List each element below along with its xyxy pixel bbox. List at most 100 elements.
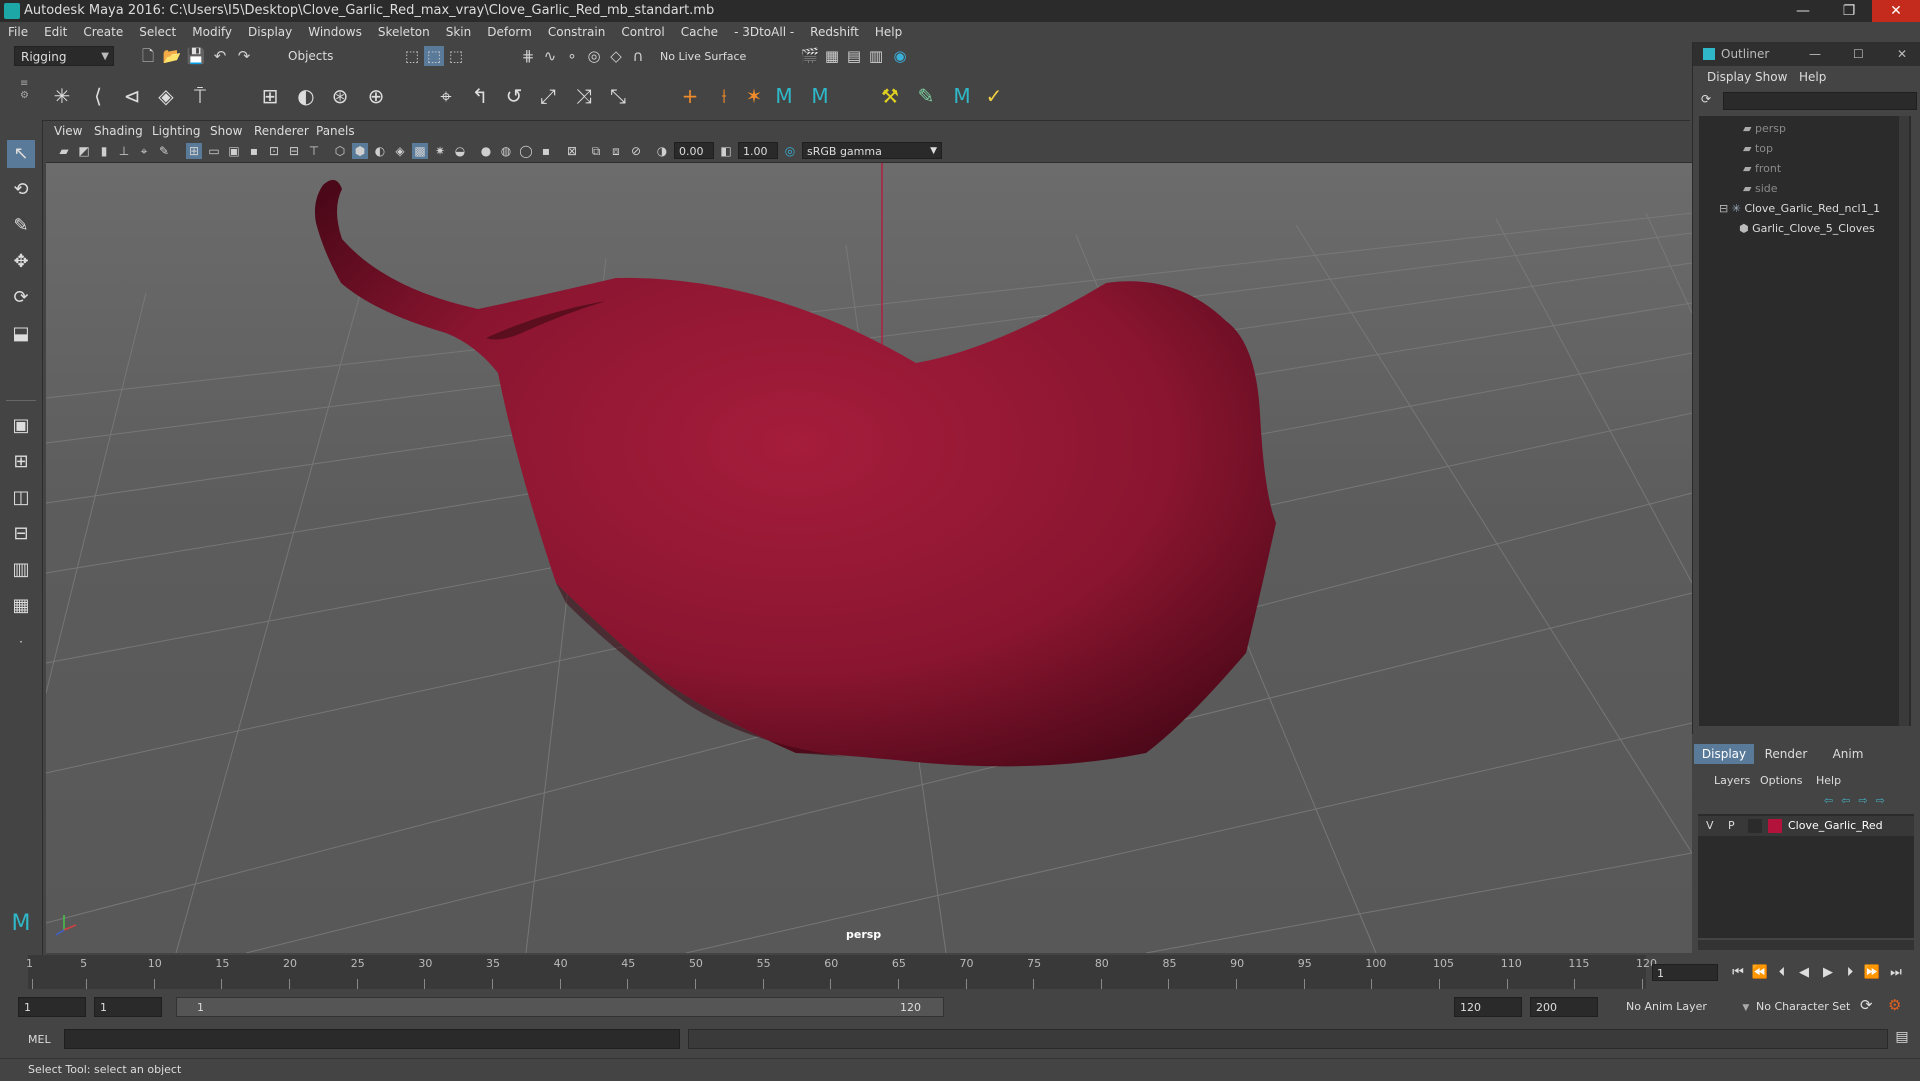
layer-move-icons[interactable]: ⇦⇦⇨⇨ bbox=[1824, 794, 1893, 807]
restore-button[interactable]: ❐ bbox=[1826, 0, 1872, 22]
menu-edit[interactable]: Edit bbox=[36, 22, 75, 42]
parent-constraint-icon[interactable]: ⤨ bbox=[570, 82, 598, 110]
ik-handle-icon[interactable]: ⟨ bbox=[84, 82, 112, 110]
list-item[interactable]: ▰ persp bbox=[1743, 120, 1786, 138]
film-gate-icon[interactable]: ▭ bbox=[206, 143, 222, 159]
scale-constraint-icon[interactable]: ⤢ bbox=[534, 82, 562, 110]
joint-tool-icon[interactable]: ✳ bbox=[48, 82, 76, 110]
menu-skeleton[interactable]: Skeleton bbox=[370, 22, 438, 42]
outliner-menu-help[interactable]: Help bbox=[1799, 68, 1826, 86]
outliner-maximize-button[interactable]: ☐ bbox=[1853, 42, 1864, 66]
gate-mask-icon[interactable]: ▪ bbox=[246, 143, 262, 159]
exposure-field[interactable]: 0.00 bbox=[674, 142, 714, 159]
2d-pan-zoom-icon[interactable]: ⌖ bbox=[136, 143, 152, 159]
playback-start-field[interactable]: 1 bbox=[94, 997, 162, 1017]
move-tool-icon[interactable]: ✥ bbox=[7, 248, 35, 276]
live-surface-label[interactable]: No Live Surface bbox=[660, 50, 746, 63]
more-layouts-icon[interactable]: · bbox=[7, 628, 35, 656]
sculpt-deformer-icon[interactable]: ⊕ bbox=[362, 82, 390, 110]
gamma-field[interactable]: 1.00 bbox=[738, 142, 778, 159]
outliner-menu-display[interactable]: Display bbox=[1707, 68, 1751, 86]
playback-end-field[interactable]: 120 bbox=[1454, 997, 1522, 1017]
new-scene-icon[interactable]: 🗋 bbox=[138, 46, 158, 66]
default-material-icon[interactable]: ◐ bbox=[372, 143, 388, 159]
snap-surface-icon[interactable]: ◇ bbox=[606, 46, 626, 66]
step-forward-frame-icon[interactable]: ⏵ bbox=[1840, 963, 1860, 983]
menu-control[interactable]: Control bbox=[613, 22, 672, 42]
menu-3dtoall[interactable]: - 3DtoAll - bbox=[726, 22, 802, 42]
time-ruler[interactable]: 1 5 10 15 20 25 30 35 40 45 50 55 60 65 70 75 80 85 90 95 10… bbox=[26, 955, 1657, 989]
color-space-dropdown[interactable]: sRGB gamma ▼ bbox=[802, 142, 942, 159]
anim-layer-dropdown[interactable]: No Anim Layer ▼ bbox=[1626, 1000, 1749, 1013]
rotate-tool-icon[interactable]: ⟳ bbox=[7, 284, 35, 312]
snap-view-icon[interactable]: ◎ bbox=[584, 46, 604, 66]
textured-icon[interactable]: ▩ bbox=[412, 143, 428, 159]
grid-toggle-icon[interactable]: ⊞ bbox=[186, 143, 202, 159]
maya-script-icon-2[interactable]: M bbox=[806, 82, 834, 110]
paint-select-icon[interactable]: ✎ bbox=[7, 212, 35, 240]
command-language-label[interactable]: MEL bbox=[28, 1033, 51, 1046]
open-scene-icon[interactable]: 📂 bbox=[162, 46, 182, 66]
go-to-end-icon[interactable]: ⏭ bbox=[1886, 963, 1906, 983]
magnet-icon[interactable]: ∩ bbox=[628, 46, 648, 66]
save-scene-icon[interactable]: 💾 bbox=[186, 46, 206, 66]
select-by-component-icon[interactable]: ⬚ bbox=[446, 46, 466, 66]
single-view-layout-icon[interactable]: ▣ bbox=[7, 412, 35, 440]
layer-scrollbar[interactable] bbox=[1698, 940, 1914, 950]
outliner-close-button[interactable]: ✕ bbox=[1897, 42, 1907, 66]
tab-render[interactable]: Render bbox=[1756, 744, 1816, 764]
step-back-key-icon[interactable]: ⏪ bbox=[1750, 963, 1770, 983]
maya-script-icon-1[interactable]: M bbox=[770, 82, 798, 110]
layer-menu-layers[interactable]: Layers bbox=[1714, 774, 1750, 787]
go-to-start-icon[interactable]: ⏮ bbox=[1728, 963, 1748, 983]
outliner-search-input[interactable] bbox=[1723, 92, 1917, 110]
tab-display[interactable]: Display bbox=[1694, 744, 1754, 764]
persp-viewport[interactable]: persp bbox=[46, 163, 1692, 953]
menu-deform[interactable]: Deform bbox=[479, 22, 540, 42]
wireframe-on-shaded-icon[interactable]: ◈ bbox=[392, 143, 408, 159]
scale-tool-icon[interactable]: ⬓ bbox=[7, 320, 35, 348]
snap-curve-icon[interactable]: ∿ bbox=[540, 46, 560, 66]
brush-icon[interactable]: ✎ bbox=[912, 82, 940, 110]
script-editor-icon[interactable]: ▤ bbox=[1892, 1029, 1912, 1049]
pole-vector-icon[interactable]: ⤡ bbox=[604, 82, 632, 110]
time-slider[interactable]: 1 5 10 15 20 25 30 35 40 45 50 55 60 65 70 75 80 85 90 95 10… bbox=[0, 955, 1902, 991]
menu-modify[interactable]: Modify bbox=[184, 22, 240, 42]
gamma-icon[interactable]: ◧ bbox=[718, 143, 734, 159]
menu-cache[interactable]: Cache bbox=[673, 22, 726, 42]
select-by-object-icon[interactable]: ⬚ bbox=[424, 46, 444, 66]
animation-end-field[interactable]: 200 bbox=[1530, 997, 1598, 1017]
range-slider[interactable]: 1 120 bbox=[176, 997, 944, 1017]
render-settings-icon[interactable]: ▥ bbox=[866, 46, 886, 66]
vp-menu-panels[interactable]: Panels bbox=[316, 122, 355, 140]
menu-skin[interactable]: Skin bbox=[438, 22, 480, 42]
isolate-select-icon[interactable]: ⊠ bbox=[564, 143, 580, 159]
step-forward-key-icon[interactable]: ⏩ bbox=[1862, 963, 1882, 983]
command-input[interactable] bbox=[64, 1029, 680, 1049]
play-backwards-icon[interactable]: ◀ bbox=[1794, 963, 1814, 983]
minimize-button[interactable]: — bbox=[1780, 0, 1826, 22]
menu-select[interactable]: Select bbox=[131, 22, 184, 42]
xray-components-icon[interactable]: ⊘ bbox=[628, 143, 644, 159]
snap-point-icon[interactable]: ∘ bbox=[562, 46, 582, 66]
check-script-icon[interactable]: ✓ bbox=[980, 82, 1008, 110]
maya-script-icon-3[interactable]: M bbox=[948, 82, 976, 110]
collapse-icon[interactable]: ⊟ bbox=[1719, 202, 1732, 215]
vp-menu-lighting[interactable]: Lighting bbox=[152, 122, 201, 140]
lasso-tool-icon[interactable]: ⟲ bbox=[7, 176, 35, 204]
color-management-icon[interactable]: ◎ bbox=[782, 143, 798, 159]
hypershade-icon[interactable]: ◉ bbox=[890, 46, 910, 66]
bookmark-icon[interactable]: ▮ bbox=[96, 143, 112, 159]
image-plane-icon[interactable]: ⊥ bbox=[116, 143, 132, 159]
menu-constrain[interactable]: Constrain bbox=[540, 22, 614, 42]
list-item[interactable]: ▰ side bbox=[1743, 180, 1778, 198]
selection-mode-dropdown[interactable]: Objects bbox=[282, 46, 382, 66]
animation-start-field[interactable]: 1 bbox=[18, 997, 86, 1017]
screen-space-ao-icon[interactable]: ● bbox=[478, 143, 494, 159]
wireframe-icon[interactable]: ⬡ bbox=[332, 143, 348, 159]
point-constraint-icon[interactable]: ⌖ bbox=[432, 82, 460, 110]
safe-title-icon[interactable]: ⊤ bbox=[306, 143, 322, 159]
shadows-icon[interactable]: ◒ bbox=[452, 143, 468, 159]
menu-help[interactable]: Help bbox=[867, 22, 910, 42]
layer-visibility-toggle[interactable]: V bbox=[1706, 819, 1714, 832]
